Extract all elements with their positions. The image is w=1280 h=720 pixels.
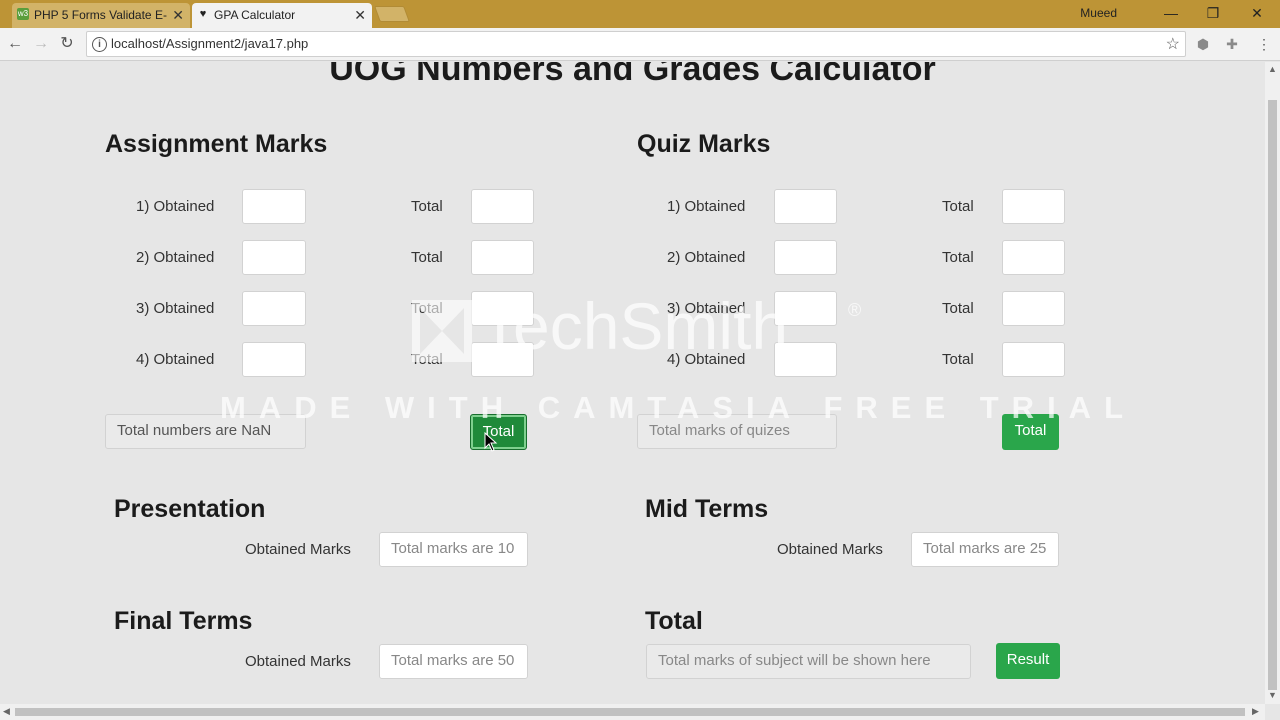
midterms-label: Obtained Marks	[777, 541, 883, 558]
scroll-down-icon[interactable]: ▼	[1268, 690, 1277, 700]
quiz-total-result: Total marks of quizes	[637, 414, 837, 449]
finalterms-label: Obtained Marks	[245, 653, 351, 670]
page-content: UOG Numbers and Grades Calculator Assign…	[0, 62, 1265, 704]
assignment-total-input[interactable]	[471, 342, 534, 377]
extension-icon[interactable]: ⬢	[1193, 36, 1213, 54]
close-tab-icon[interactable]: ✕	[172, 3, 184, 27]
bookmark-star-icon[interactable]: ☆	[1166, 34, 1180, 54]
subject-total-result: Total marks of subject will be shown her…	[646, 644, 971, 679]
assignment-obtained-label: 2) Obtained	[136, 249, 215, 266]
assignment-heading: Assignment Marks	[105, 130, 328, 158]
quiz-obtained-label: 1) Obtained	[667, 198, 746, 215]
assignment-total-result: Total numbers are NaN	[105, 414, 306, 449]
tab-php-forms[interactable]: w3 PHP 5 Forms Validate E- ✕	[12, 3, 190, 28]
assignment-total-button[interactable]: Total	[470, 414, 527, 450]
restore-icon[interactable]: ❐	[1198, 3, 1228, 25]
browser-toolbar: ← → ↻ i localhost/Assignment2/java17.php…	[0, 28, 1280, 61]
vertical-scrollbar[interactable]: ▲ ▼	[1265, 62, 1280, 704]
assignment-total-label: Total	[411, 249, 443, 266]
assignment-obtained-input[interactable]	[242, 189, 306, 224]
quiz-obtained-label: 2) Obtained	[667, 249, 746, 266]
assignment-total-input[interactable]	[471, 240, 534, 275]
quiz-obtained-input[interactable]	[774, 189, 837, 224]
quiz-total-label: Total	[942, 249, 974, 266]
tab-title: PHP 5 Forms Validate E-	[34, 8, 167, 22]
result-button[interactable]: Result	[996, 643, 1060, 679]
w3-icon: w3	[17, 8, 29, 20]
quiz-total-input[interactable]	[1002, 240, 1065, 275]
close-tab-icon[interactable]: ✕	[354, 3, 366, 27]
quiz-obtained-input[interactable]	[774, 342, 837, 377]
browser-title-bar: w3 PHP 5 Forms Validate E- ✕ ♥ GPA Calcu…	[0, 0, 1280, 28]
back-icon[interactable]: ←	[5, 34, 25, 54]
presentation-heading: Presentation	[114, 495, 266, 523]
page-title: UOG Numbers and Grades Calculator	[329, 62, 936, 88]
assignment-obtained-input[interactable]	[242, 342, 306, 377]
quiz-total-label: Total	[942, 198, 974, 215]
horizontal-scrollbar[interactable]: ◀ ▶	[0, 704, 1265, 720]
info-icon[interactable]: i	[92, 37, 107, 52]
presentation-label: Obtained Marks	[245, 541, 351, 558]
quiz-heading: Quiz Marks	[637, 130, 771, 158]
finalterms-input[interactable]: Total marks are 50	[379, 644, 528, 679]
quiz-total-button[interactable]: Total	[1002, 414, 1059, 450]
url-text[interactable]: localhost/Assignment2/java17.php	[111, 36, 308, 51]
menu-icon[interactable]: ⋮	[1254, 36, 1274, 54]
tab-gpa-calculator[interactable]: ♥ GPA Calculator ✕	[192, 3, 372, 28]
assignment-obtained-label: 1) Obtained	[136, 198, 215, 215]
reload-icon[interactable]: ↻	[57, 34, 77, 54]
scroll-right-icon[interactable]: ▶	[1252, 706, 1259, 717]
quiz-total-input[interactable]	[1002, 342, 1065, 377]
vertical-scroll-thumb[interactable]	[1268, 100, 1277, 690]
assignment-total-input[interactable]	[471, 189, 534, 224]
tab-title: GPA Calculator	[214, 8, 296, 22]
midterms-input[interactable]: Total marks are 25	[911, 532, 1059, 567]
horizontal-scroll-thumb[interactable]	[15, 708, 1245, 716]
close-window-icon[interactable]: ✕	[1242, 3, 1272, 25]
quiz-total-input[interactable]	[1002, 291, 1065, 326]
quiz-total-label: Total	[942, 351, 974, 368]
quiz-obtained-input[interactable]	[774, 291, 837, 326]
finalterms-heading: Final Terms	[114, 607, 253, 635]
total-heading: Total	[645, 607, 703, 635]
new-tab-button[interactable]	[374, 6, 410, 22]
minimize-icon[interactable]: —	[1156, 3, 1186, 25]
forward-icon[interactable]: →	[31, 34, 51, 54]
scroll-left-icon[interactable]: ◀	[3, 706, 10, 717]
address-bar[interactable]: i localhost/Assignment2/java17.php ☆	[86, 31, 1186, 57]
quiz-total-label: Total	[942, 300, 974, 317]
assignment-total-label: Total	[411, 351, 443, 368]
assignment-obtained-input[interactable]	[242, 291, 306, 326]
assignment-obtained-label: 3) Obtained	[136, 300, 215, 317]
quiz-total-input[interactable]	[1002, 189, 1065, 224]
profile-name[interactable]: Mueed	[1080, 6, 1117, 20]
assignment-total-label: Total	[411, 198, 443, 215]
assignment-total-label: Total	[411, 300, 443, 317]
assignment-obtained-input[interactable]	[242, 240, 306, 275]
quiz-obtained-input[interactable]	[774, 240, 837, 275]
assignment-total-input[interactable]	[471, 291, 534, 326]
puzzle-icon[interactable]: ✚	[1222, 36, 1242, 54]
watermark-registered: ®	[848, 300, 862, 320]
assignment-obtained-label: 4) Obtained	[136, 351, 215, 368]
mouse-cursor-icon	[484, 431, 498, 452]
scroll-up-icon[interactable]: ▲	[1268, 64, 1277, 74]
midterms-heading: Mid Terms	[645, 495, 769, 523]
heart-icon: ♥	[199, 8, 207, 20]
presentation-input[interactable]: Total marks are 10	[379, 532, 528, 567]
quiz-obtained-label: 3) Obtained	[667, 300, 746, 317]
quiz-obtained-label: 4) Obtained	[667, 351, 746, 368]
